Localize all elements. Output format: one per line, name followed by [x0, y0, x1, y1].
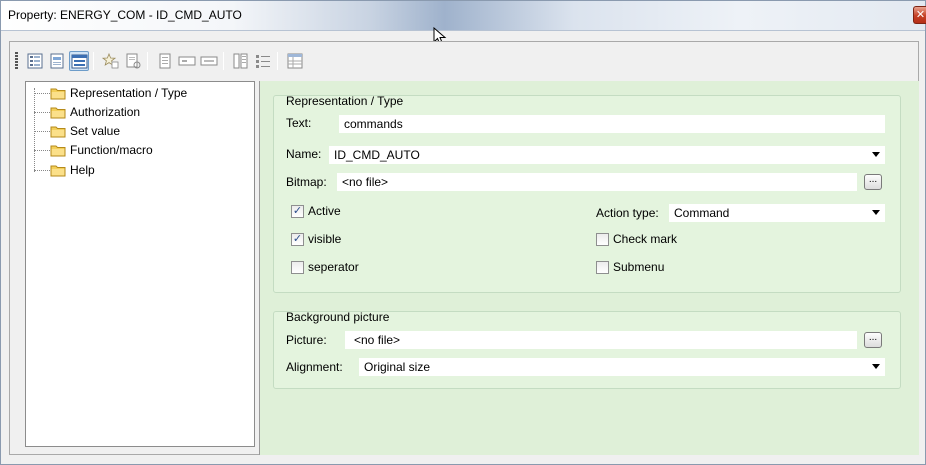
close-icon: ✕ [915, 9, 926, 21]
toolbar-grip[interactable] [15, 52, 18, 70]
toolbar-separator [277, 52, 278, 70]
chevron-down-icon [872, 152, 880, 157]
tree-connector [34, 130, 50, 132]
close-button[interactable]: ✕ [913, 6, 926, 24]
grid-icon[interactable] [285, 51, 305, 71]
alignment-value: Original size [364, 360, 431, 374]
tree-item-set-value[interactable]: Set value [34, 122, 120, 140]
active-label: Active [308, 204, 341, 218]
document-icon[interactable] [155, 51, 175, 71]
panel-icon[interactable] [69, 51, 89, 71]
folder-icon [50, 165, 66, 176]
tree-item-label: Set value [70, 124, 121, 138]
bitmap-label: Bitmap: [286, 175, 327, 189]
alignment-label: Alignment: [286, 360, 343, 374]
text-label: Text: [286, 116, 312, 130]
group-title: Representation / Type [286, 94, 404, 108]
tree-item-label: Help [70, 163, 95, 177]
tree-item-label: Function/macro [70, 143, 153, 157]
tree-item-representation-type[interactable]: Representation / Type [34, 84, 187, 102]
action-type-value: Command [674, 206, 730, 220]
folder-icon [50, 126, 66, 137]
check-mark-checkbox[interactable]: Check mark [596, 232, 677, 246]
toolbar-separator [93, 52, 94, 70]
separator-checkbox[interactable]: seperator [291, 260, 359, 274]
sort-icon[interactable] [231, 51, 251, 71]
checkbox-box[interactable]: ✓ [291, 232, 304, 246]
tree-connector [34, 111, 50, 113]
visible-checkbox[interactable]: ✓ visible [291, 232, 341, 246]
picture-label: Picture: [286, 333, 327, 347]
toolbar-separator [147, 52, 148, 70]
field-alt-icon[interactable] [199, 51, 219, 71]
visible-label: visible [308, 232, 342, 246]
tree-connector [34, 92, 50, 94]
picture-input[interactable]: <no file> [345, 331, 857, 349]
checkbox-box[interactable] [596, 260, 609, 274]
folder-icon [50, 107, 66, 118]
star-icon[interactable] [101, 51, 121, 71]
checkbox-box[interactable] [596, 232, 609, 246]
text-input[interactable]: commands [339, 115, 885, 133]
property-dialog: Property: ENERGY_COM - ID_CMD_AUTO ✕ Rep… [0, 0, 926, 465]
bitmap-input[interactable]: <no file> [337, 173, 857, 191]
name-select[interactable]: ID_CMD_AUTO [329, 146, 885, 164]
folder-icon [50, 88, 66, 99]
tree-item-authorization[interactable]: Authorization [34, 103, 140, 121]
submenu-checkbox[interactable]: Submenu [596, 260, 664, 274]
field-icon[interactable] [177, 51, 197, 71]
picture-value: <no file> [354, 333, 401, 347]
view-list-icon[interactable] [25, 51, 45, 71]
tree-item-label: Representation / Type [70, 86, 188, 100]
group-title: Background picture [286, 310, 390, 324]
page-search-icon[interactable] [123, 51, 143, 71]
name-label: Name: [286, 147, 322, 161]
picture-browse-button[interactable]: ... [864, 332, 882, 348]
separator-label: seperator [308, 260, 359, 274]
action-type-select[interactable]: Command [669, 204, 885, 222]
checkbox-box[interactable] [291, 260, 304, 274]
toolbar-separator [223, 52, 224, 70]
background-picture-group: Background picture [273, 310, 901, 389]
toolbar [11, 47, 371, 75]
bitmap-browse-button[interactable]: ... [864, 174, 882, 190]
category-tree[interactable]: Representation / Type Authorization Set … [25, 81, 255, 447]
tree-item-help[interactable]: Help [34, 161, 95, 179]
page-icon[interactable] [47, 51, 67, 71]
tree-item-label: Authorization [70, 105, 141, 119]
tree-connector [34, 149, 50, 151]
active-checkbox[interactable]: ✓ Active [291, 204, 341, 218]
chevron-down-icon [872, 210, 880, 215]
title-bar[interactable]: Property: ENERGY_COM - ID_CMD_AUTO ✕ [1, 1, 926, 31]
alignment-select[interactable]: Original size [359, 358, 885, 376]
name-value: ID_CMD_AUTO [334, 148, 420, 162]
list-icon[interactable] [253, 51, 273, 71]
action-type-label: Action type: [596, 206, 659, 220]
tree-connector [34, 169, 50, 171]
folder-icon [50, 145, 66, 156]
check-mark-label: Check mark [613, 232, 678, 246]
checkbox-box[interactable]: ✓ [291, 204, 304, 218]
submenu-label: Submenu [613, 260, 665, 274]
chevron-down-icon [872, 364, 880, 369]
tree-item-function-macro[interactable]: Function/macro [34, 141, 153, 159]
window-title: Property: ENERGY_COM - ID_CMD_AUTO [8, 8, 242, 22]
